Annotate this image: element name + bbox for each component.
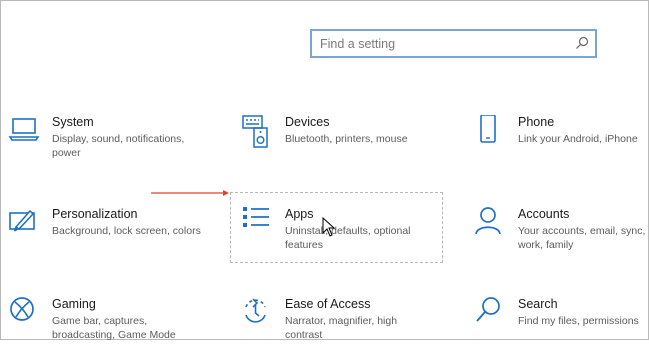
tile-gaming[interactable]: Gaming Game bar, captures, broadcasting,… xyxy=(8,297,208,361)
find-setting-search-box[interactable]: Find a setting xyxy=(310,29,597,58)
tile-accounts[interactable]: Accounts Your accounts, email, sync, wor… xyxy=(474,207,649,271)
tile-title: Accounts xyxy=(518,207,570,221)
ease-of-access-icon xyxy=(245,298,266,323)
tile-description: Your accounts, email, sync, work, family xyxy=(518,225,646,251)
tile-devices[interactable]: Devices Bluetooth, printers, mouse xyxy=(241,115,441,179)
tile-phone[interactable]: Phone Link your Android, iPhone xyxy=(474,115,649,179)
tile-title: Phone xyxy=(518,115,555,129)
tile-ease-of-access[interactable]: Ease of Access Narrator, magnifier, high… xyxy=(241,297,441,361)
tile-description: Find my files, permissions xyxy=(518,315,639,327)
tile-system[interactable]: System Display, sound, notifications, po… xyxy=(8,115,208,179)
laptop-icon xyxy=(8,118,40,141)
search-placeholder: Find a setting xyxy=(320,37,396,51)
tile-title: Apps xyxy=(285,207,314,221)
mouse-cursor xyxy=(322,217,336,237)
tile-title: System xyxy=(52,115,94,129)
xbox-icon xyxy=(10,297,34,321)
search-icon xyxy=(476,297,500,322)
tile-title: Gaming xyxy=(52,297,96,311)
paintbrush-icon xyxy=(9,209,35,232)
tile-description: Narrator, magnifier, high contrast xyxy=(285,315,398,341)
tile-description: Uninstall, defaults, optional features xyxy=(285,225,411,251)
tile-description: Link your Android, iPhone xyxy=(518,133,638,145)
tile-description: Game bar, captures, broadcasting, Game M… xyxy=(52,315,176,341)
tile-apps[interactable]: Apps Uninstall, defaults, optional featu… xyxy=(241,207,441,271)
tile-search[interactable]: Search Find my files, permissions xyxy=(474,297,649,361)
search-icon xyxy=(576,36,589,49)
apps-list-icon xyxy=(243,207,269,227)
keyboard-speaker-icon xyxy=(242,115,268,148)
tile-title: Personalization xyxy=(52,207,138,221)
tile-description: Background, lock screen, colors xyxy=(52,225,201,237)
phone-icon xyxy=(480,115,496,143)
annotation-arrow xyxy=(151,190,229,196)
tile-title: Devices xyxy=(285,115,330,129)
tile-description: Bluetooth, printers, mouse xyxy=(285,133,408,145)
tile-title: Search xyxy=(518,297,558,311)
tile-personalization[interactable]: Personalization Background, lock screen,… xyxy=(8,207,208,271)
tile-description: Display, sound, notifications, power xyxy=(52,133,185,159)
tile-title: Ease of Access xyxy=(285,297,371,311)
person-icon xyxy=(475,207,501,235)
